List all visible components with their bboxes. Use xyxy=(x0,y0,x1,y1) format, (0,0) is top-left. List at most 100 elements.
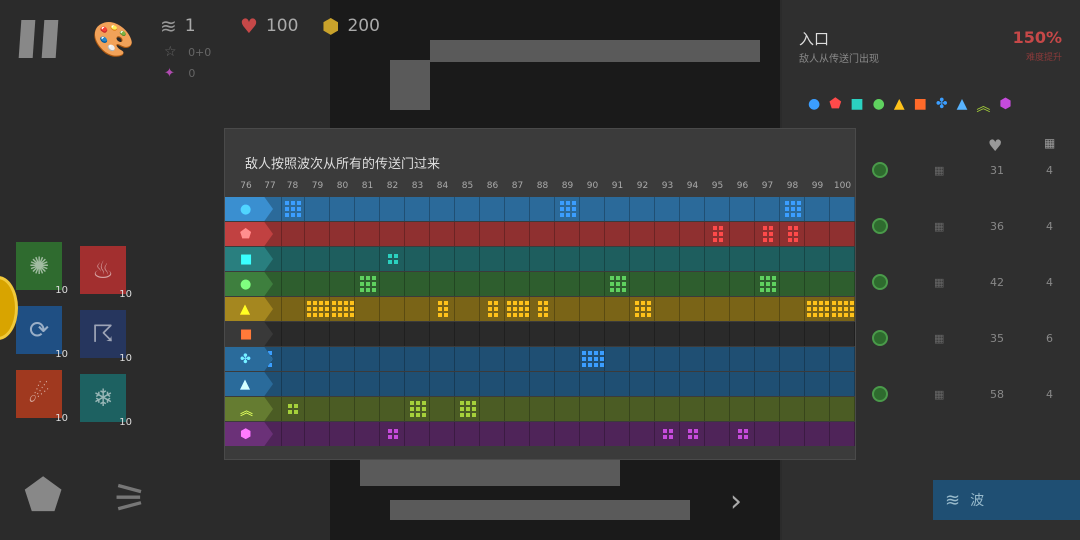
bonus-counter: ✦ 0 xyxy=(164,66,195,81)
ability-card[interactable]: ❄ 10 xyxy=(80,374,132,428)
wave-cell xyxy=(555,347,580,371)
wave-cell xyxy=(405,272,430,296)
wave-cell xyxy=(480,322,505,346)
hexagon-icon[interactable]: ⬢ xyxy=(999,96,1011,116)
wave-cell xyxy=(455,197,480,221)
wave-cell xyxy=(780,297,805,321)
wave-row-square[interactable]: ■ xyxy=(225,247,855,271)
wave-number: 96 xyxy=(736,181,749,191)
ability-level: 10 xyxy=(119,353,132,364)
enemy-count-dots xyxy=(560,201,576,217)
ability-card[interactable]: ☈ 10 xyxy=(80,310,132,364)
wave-cell xyxy=(305,422,330,446)
wave-cell xyxy=(730,222,755,246)
enemy-count-dots xyxy=(388,429,398,439)
enemy-type-tag[interactable]: ⬢ xyxy=(225,422,273,446)
enemy-type-tag[interactable]: ▲ xyxy=(225,372,273,396)
wave-row-chevron[interactable]: ︽ xyxy=(225,397,855,421)
wave-cell xyxy=(305,322,330,346)
wave-row-hexagon[interactable]: ⬢ xyxy=(225,422,855,446)
abilities-menu-icon[interactable]: ⚞ xyxy=(112,476,148,522)
wave-row-pentagon[interactable]: ⬟ xyxy=(225,222,855,246)
wave-cell xyxy=(780,322,805,346)
clover-icon[interactable]: ✤ xyxy=(936,96,948,116)
wave-cell xyxy=(455,222,480,246)
enemy-type-tag[interactable]: ✤ xyxy=(225,347,273,371)
wave-row-square-red[interactable]: ■ xyxy=(225,322,855,346)
wave-cell xyxy=(405,197,430,221)
count-header-icon: ▦ xyxy=(1044,136,1056,150)
triangle-icon[interactable]: ▲ xyxy=(894,96,905,116)
wave-number: 79 xyxy=(311,181,324,191)
wave-cell xyxy=(480,397,505,421)
enemy-type-tag[interactable]: ● xyxy=(225,197,273,221)
map-path xyxy=(360,460,620,486)
wave-cell xyxy=(455,247,480,271)
enemy-type-tag[interactable]: ⬟ xyxy=(225,222,273,246)
wave-cell xyxy=(355,322,380,346)
wave-cell xyxy=(555,272,580,296)
enemy-type-tag[interactable]: ■ xyxy=(225,322,273,346)
wave-cell xyxy=(380,347,405,371)
wave-cell xyxy=(305,197,330,221)
wave-cell xyxy=(680,422,705,446)
wave-cell xyxy=(405,297,430,321)
wave-row-triangle-blue[interactable]: ▲ xyxy=(225,372,855,396)
wave-cell xyxy=(480,272,505,296)
ability-card[interactable]: ✺ 10 xyxy=(16,242,68,296)
wave-cell xyxy=(780,397,805,421)
wave-cell xyxy=(355,222,380,246)
enemy-row: ▦ 36 4 xyxy=(872,216,1062,236)
ability-card[interactable]: ☄ 10 xyxy=(16,370,68,424)
enemy-row: ▦ 35 6 xyxy=(872,328,1062,348)
wave-cell xyxy=(705,197,730,221)
wave-cell xyxy=(280,372,305,396)
wave-cell xyxy=(805,372,830,396)
ability-card[interactable]: ⟳ 10 xyxy=(16,306,68,360)
pause-button[interactable] xyxy=(18,20,60,60)
next-wave-button[interactable]: ≋ 波 xyxy=(933,480,1080,520)
wave-number: 82 xyxy=(386,181,399,191)
wave-row-circle-green[interactable]: ● xyxy=(225,272,855,296)
wave-row-circle[interactable]: ● xyxy=(225,197,855,221)
wave-cell xyxy=(605,272,630,296)
wave-row-clover[interactable]: ✤ xyxy=(225,347,855,371)
enemy-count-dots xyxy=(285,201,301,217)
wave-cell xyxy=(305,347,330,371)
bonus-icon: ✦ xyxy=(164,66,175,81)
triangle-blue-icon[interactable]: ▲ xyxy=(957,96,968,116)
enemy-type-tag[interactable]: ■ xyxy=(225,247,273,271)
wave-cell xyxy=(805,272,830,296)
square-red-icon[interactable]: ■ xyxy=(914,96,927,116)
pentagon-icon[interactable]: ⬟ xyxy=(829,96,841,116)
chevron-right-icon[interactable]: › xyxy=(730,484,742,519)
wave-cell xyxy=(830,197,855,221)
wave-cell xyxy=(630,422,655,446)
enemy-type-tag[interactable]: ● xyxy=(225,272,273,296)
chevron-icon[interactable]: ︽ xyxy=(976,96,990,116)
enemy-type-tag[interactable]: ▲ xyxy=(225,297,273,321)
square-icon[interactable]: ■ xyxy=(850,96,863,116)
wave-number: 83 xyxy=(411,181,424,191)
wave-cell xyxy=(655,322,680,346)
wave-cell xyxy=(555,222,580,246)
palette-icon[interactable]: 🎨 xyxy=(92,20,134,60)
enemy-type-tag[interactable]: ︽ xyxy=(225,397,273,421)
tower-build-icon[interactable]: ⬟ xyxy=(24,470,62,521)
wave-row-triangle[interactable]: ▲ xyxy=(225,297,855,321)
wave-cell xyxy=(355,397,380,421)
circle-icon[interactable]: ● xyxy=(808,96,820,116)
wave-cell xyxy=(705,222,730,246)
wave-cell xyxy=(530,222,555,246)
enemy-count: 4 xyxy=(1046,219,1053,233)
wave-cell xyxy=(630,247,655,271)
wave-cell xyxy=(355,247,380,271)
wave-schedule-dialog[interactable]: 敌人按照波次从所有的传送门过来 76 77 78 79 80 81 82 83 84 85 86 87… xyxy=(224,128,856,460)
ability-card[interactable]: ♨ 10 xyxy=(80,246,132,300)
wave-cell xyxy=(330,347,355,371)
wave-cell xyxy=(755,247,780,271)
wave-cell xyxy=(830,347,855,371)
star-icon: ☆ xyxy=(164,44,177,60)
circle-green-icon[interactable]: ● xyxy=(873,96,885,116)
wave-cell xyxy=(355,272,380,296)
